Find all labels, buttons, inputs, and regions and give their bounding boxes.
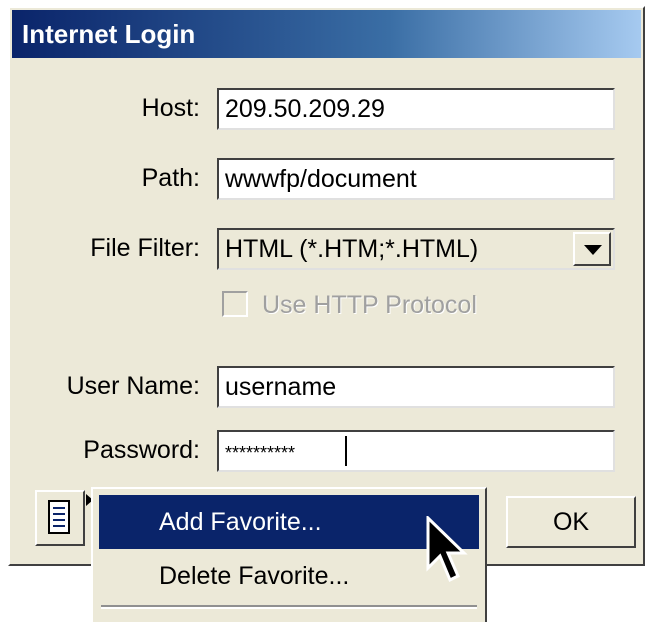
internet-login-dialog: Internet Login Host: 209.50.209.29 Path:…	[8, 6, 645, 566]
favorites-icon	[48, 500, 70, 534]
file-filter-label: File Filter:	[90, 234, 200, 262]
password-label: Password:	[83, 436, 200, 464]
file-filter-dropdown-button[interactable]	[573, 232, 611, 266]
use-http-checkbox[interactable]	[222, 291, 248, 317]
dropdown-arrow-icon	[584, 245, 602, 255]
user-name-input[interactable]: username	[217, 366, 615, 408]
menu-item-delete-favorite[interactable]: Delete Favorite...	[99, 549, 479, 603]
host-input[interactable]: 209.50.209.29	[217, 88, 615, 130]
favorites-button[interactable]	[35, 490, 85, 546]
use-http-label: Use HTTP Protocol	[262, 291, 477, 319]
password-value: **********	[225, 443, 296, 463]
path-input[interactable]: wwwfp/document	[217, 158, 615, 200]
user-name-label: User Name:	[66, 372, 200, 400]
host-label: Host:	[141, 94, 200, 122]
file-filter-value: HTML (*.HTM;*.HTML)	[225, 235, 479, 263]
menu-separator	[101, 605, 477, 609]
file-filter-select[interactable]: HTML (*.HTM;*.HTML)	[217, 228, 615, 270]
menu-item-add-favorite[interactable]: Add Favorite...	[99, 495, 479, 549]
mouse-pointer-icon	[426, 516, 468, 583]
password-input[interactable]: **********	[217, 430, 615, 472]
window-title: Internet Login	[12, 10, 641, 58]
text-caret	[345, 436, 347, 466]
ok-button[interactable]: OK	[506, 496, 636, 548]
path-label: Path:	[141, 164, 200, 192]
